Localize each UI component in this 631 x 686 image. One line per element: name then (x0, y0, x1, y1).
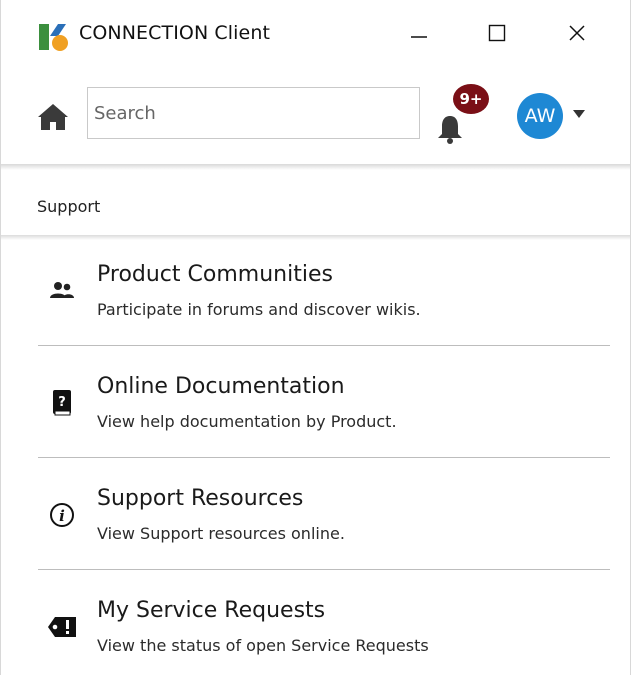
bell-icon[interactable] (435, 112, 465, 146)
app-window: CONNECTION Client 9+ AW (0, 0, 631, 675)
list-item-online-documentation[interactable]: ? Online Documentation View help documen… (1, 350, 630, 462)
title-bar: CONNECTION Client (1, 0, 630, 66)
notification-badge: 9+ (453, 84, 489, 114)
item-divider (38, 345, 610, 346)
minimize-icon (411, 36, 427, 38)
section-title: Support (37, 197, 101, 216)
item-divider (38, 569, 610, 570)
item-description: View the status of open Service Requests (97, 636, 429, 655)
connection-logo-icon (39, 24, 68, 51)
close-icon (569, 25, 585, 41)
item-description: View help documentation by Product. (97, 412, 397, 431)
item-title: My Service Requests (97, 598, 326, 623)
maximize-icon (488, 24, 506, 42)
list-item-my-service-requests[interactable]: My Service Requests View the status of o… (1, 574, 630, 686)
user-avatar[interactable]: AW (517, 93, 563, 139)
info-icon: i (47, 500, 77, 530)
list-item-support-resources[interactable]: i Support Resources View Support resourc… (1, 462, 630, 574)
search-input[interactable] (87, 87, 420, 139)
minimize-button[interactable] (396, 10, 442, 56)
item-title: Support Resources (97, 486, 304, 511)
caret-down-icon[interactable] (572, 108, 586, 120)
close-button[interactable] (554, 10, 600, 56)
list-item-product-communities[interactable]: Product Communities Participate in forum… (1, 238, 630, 350)
help-book-icon: ? (47, 388, 77, 418)
maximize-button[interactable] (474, 10, 520, 56)
service-ticket-icon (47, 612, 77, 642)
item-description: View Support resources online. (97, 524, 345, 543)
window-title: CONNECTION Client (79, 22, 271, 44)
item-divider (38, 457, 610, 458)
svg-text:?: ? (58, 395, 66, 410)
item-title: Online Documentation (97, 374, 345, 399)
item-description: Participate in forums and discover wikis… (97, 300, 421, 319)
people-icon (47, 276, 77, 306)
home-icon[interactable] (37, 103, 69, 131)
svg-text:i: i (59, 507, 65, 525)
item-title: Product Communities (97, 262, 333, 287)
